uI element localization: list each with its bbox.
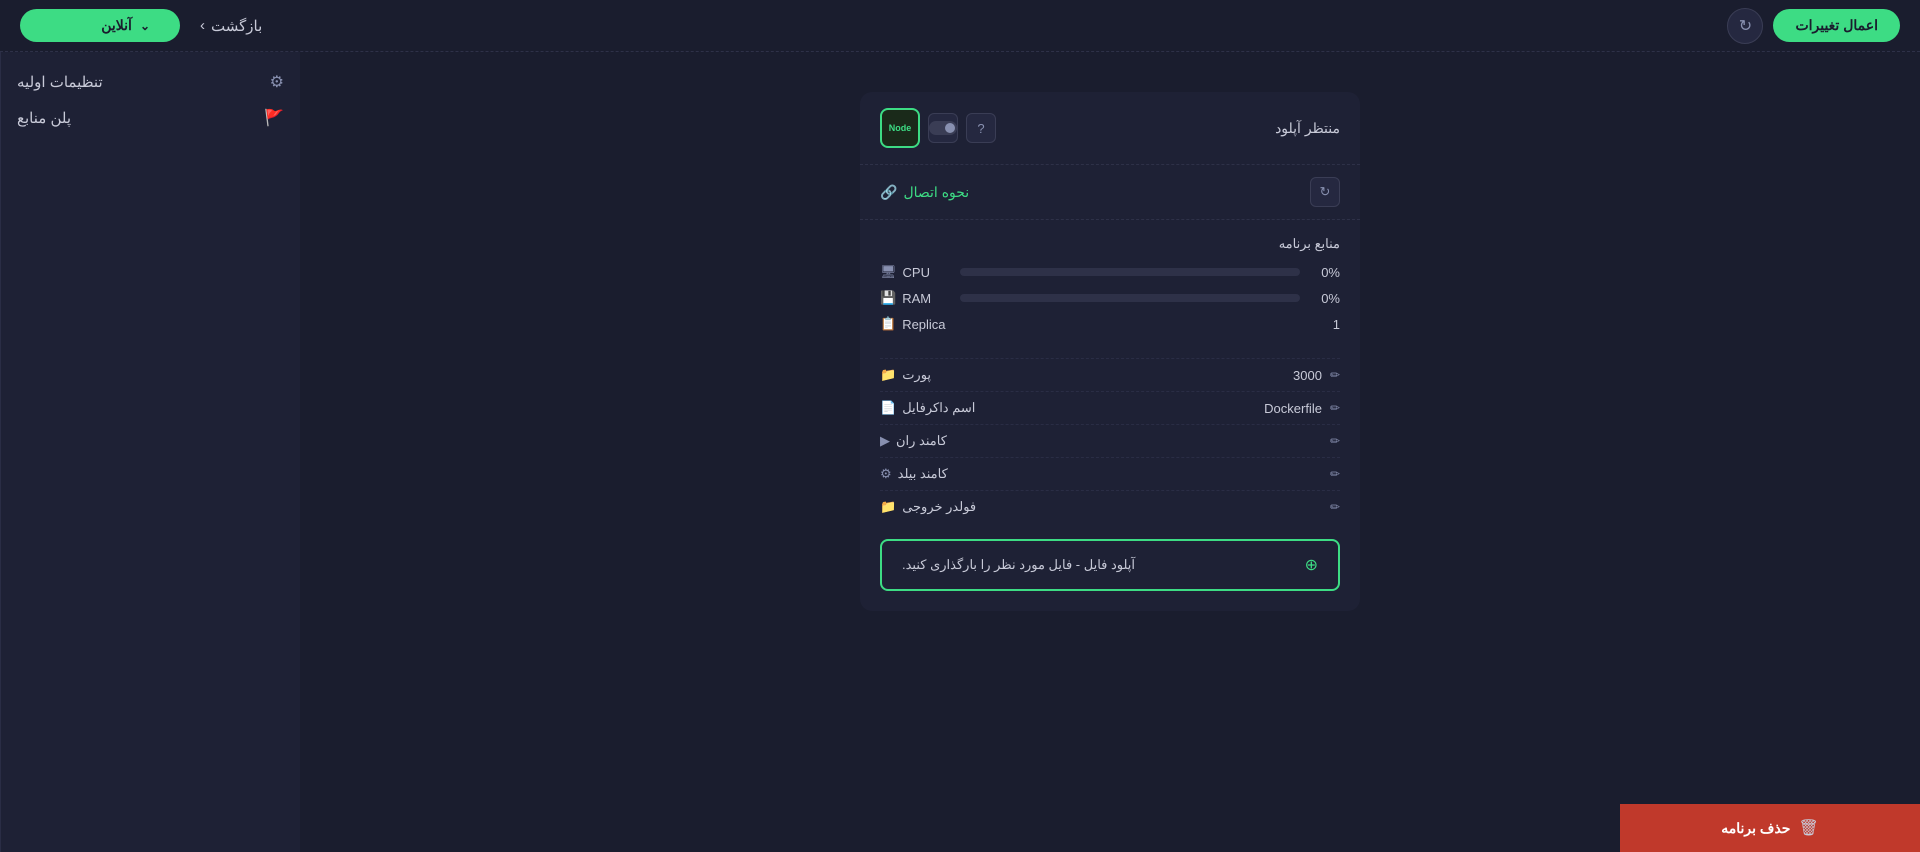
card-header: منتظر آپلود ? Node (860, 92, 1360, 165)
status-button[interactable]: ⌄ آنلاین (20, 9, 180, 42)
dockerfile-value: Dockerfile (1264, 401, 1322, 416)
flag-icon[interactable]: 🚩 (264, 108, 284, 128)
config-row-output: ✏ فولدر خروجی 📁 (880, 490, 1340, 523)
trash-icon: 🗑 (1798, 818, 1818, 838)
config-row-run: ✏ کامند ران ▶ (880, 424, 1340, 457)
config-dockerfile-left: ✏ Dockerfile (1264, 401, 1340, 416)
wait-label: منتظر آپلود (1275, 120, 1340, 137)
card-header-right: منتظر آپلود (1275, 120, 1340, 137)
right-sidebar: ⚙ تنظیمات اولیه 🚩 پلن منابع (0, 52, 300, 852)
toggle-button[interactable] (928, 113, 958, 143)
node-logo-text: Node (889, 123, 912, 133)
config-build-left: ✏ (1322, 467, 1340, 481)
back-button[interactable]: بازگشت › (200, 17, 262, 35)
output-icon: 📁 (880, 499, 896, 515)
top-bar: اعمال تغییرات ↻ بازگشت › ⌄ آنلاین (0, 0, 1920, 52)
apply-button[interactable]: اعمال تغییرات (1773, 9, 1900, 42)
resources-section: منابع برنامه 0% CPU 🖥 (860, 220, 1360, 358)
config-port-left: ✏ 3000 (1293, 368, 1340, 383)
resources-label: منابع برنامه (880, 236, 1340, 252)
refresh-button[interactable]: ↻ (1727, 8, 1763, 44)
ram-value: 0% (1310, 291, 1340, 306)
chevron-down-icon: ⌄ (140, 19, 150, 33)
sync-icon: ↻ (1320, 184, 1331, 200)
build-icon: ⚙ (880, 466, 892, 482)
cpu-icon: 🖥 (880, 264, 897, 280)
sidebar-plan: 🚩 پلن منابع (17, 108, 284, 128)
dockerfile-icon: 📄 (880, 400, 896, 416)
node-logo: Node (880, 108, 920, 148)
cpu-label: CPU 🖥 (880, 264, 960, 280)
app-card: منتظر آپلود ? Node (860, 92, 1360, 611)
config-row-port: ✏ 3000 پورت 📁 (880, 358, 1340, 391)
cpu-row: 0% CPU 🖥 (880, 264, 1340, 280)
config-row-dockerfile: ✏ Dockerfile اسم داکرفایل 📄 (880, 391, 1340, 424)
header-icons: ? Node (880, 108, 996, 148)
port-icon: 📁 (880, 367, 896, 383)
connection-label: نحوه اتصال (903, 184, 969, 201)
replica-row-left: 1 (960, 317, 1340, 332)
connection-row: ↻ نحوه اتصال 🔗 (860, 165, 1360, 220)
status-label: آنلاین (101, 17, 132, 34)
build-label-text: کامند بیلد (898, 466, 948, 482)
port-value: 3000 (1293, 368, 1322, 383)
replica-value: 1 (1310, 317, 1340, 332)
settings-title: تنظیمات اولیه (17, 73, 103, 91)
sidebar-settings: ⚙ تنظیمات اولیه (17, 72, 284, 92)
replica-label-text: Replica (902, 317, 945, 332)
config-run-left: ✏ (1322, 434, 1340, 448)
delete-button[interactable]: 🗑 حذف برنامه (1620, 804, 1920, 852)
config-output-left: ✏ (1322, 500, 1340, 514)
replica-row: 1 Replica 📋 (880, 316, 1340, 332)
config-row-build: ✏ کامند بیلد ⚙ (880, 457, 1340, 490)
output-edit-icon[interactable]: ✏ (1330, 500, 1340, 514)
ram-label: RAM 💾 (880, 290, 960, 306)
cpu-value: 0% (1310, 265, 1340, 280)
upload-icon: ⊕ (1305, 555, 1318, 575)
ram-row: 0% RAM 💾 (880, 290, 1340, 306)
back-chevron: › (200, 17, 205, 34)
dockerfile-label-text: اسم داکرفایل (902, 400, 975, 416)
output-label-text: فولدر خروجی (902, 499, 976, 515)
upload-area[interactable]: ⊕ آپلود فایل - فایل مورد نظر را بارگذاری… (880, 539, 1340, 591)
cpu-row-left: 0% (960, 265, 1340, 280)
question-button[interactable]: ? (966, 113, 996, 143)
output-label: فولدر خروجی 📁 (880, 499, 976, 515)
port-label-text: پورت (902, 367, 931, 383)
run-edit-icon[interactable]: ✏ (1330, 434, 1340, 448)
back-label: بازگشت (211, 17, 262, 35)
top-bar-right: بازگشت › ⌄ آنلاین (20, 9, 262, 42)
cpu-progress (960, 268, 1300, 276)
settings-gear-icon[interactable]: ⚙ (270, 72, 284, 92)
dockerfile-label: اسم داکرفایل 📄 (880, 400, 975, 416)
port-edit-icon[interactable]: ✏ (1330, 368, 1340, 382)
refresh-icon: ↻ (1739, 16, 1752, 36)
build-edit-icon[interactable]: ✏ (1330, 467, 1340, 481)
delete-label: حذف برنامه (1721, 820, 1790, 837)
run-icon: ▶ (880, 433, 890, 449)
dockerfile-edit-icon[interactable]: ✏ (1330, 401, 1340, 415)
toggle-track (929, 121, 957, 135)
center-content: منتظر آپلود ? Node (300, 52, 1920, 852)
port-label: پورت 📁 (880, 367, 931, 383)
top-bar-left: اعمال تغییرات ↻ (1727, 8, 1900, 44)
run-label: کامند ران ▶ (880, 433, 947, 449)
replica-icon: 📋 (880, 316, 896, 332)
ram-row-left: 0% (960, 291, 1340, 306)
question-icon: ? (977, 121, 984, 136)
link-icon: 🔗 (880, 184, 897, 201)
run-label-text: کامند ران (896, 433, 947, 449)
connection-link[interactable]: نحوه اتصال 🔗 (880, 184, 969, 201)
build-label: کامند بیلد ⚙ (880, 466, 948, 482)
cpu-label-text: CPU (903, 265, 930, 280)
main-layout: منتظر آپلود ? Node (0, 52, 1920, 852)
replica-label: Replica 📋 (880, 316, 960, 332)
sync-button[interactable]: ↻ (1310, 177, 1340, 207)
config-section: ✏ 3000 پورت 📁 ✏ Dockerfile اسم دا (860, 358, 1360, 539)
upload-text: آپلود فایل - فایل مورد نظر را بارگذاری ک… (902, 557, 1135, 573)
ram-progress (960, 294, 1300, 302)
plan-title: پلن منابع (17, 109, 71, 127)
ram-icon: 💾 (880, 290, 896, 306)
ram-label-text: RAM (902, 291, 931, 306)
